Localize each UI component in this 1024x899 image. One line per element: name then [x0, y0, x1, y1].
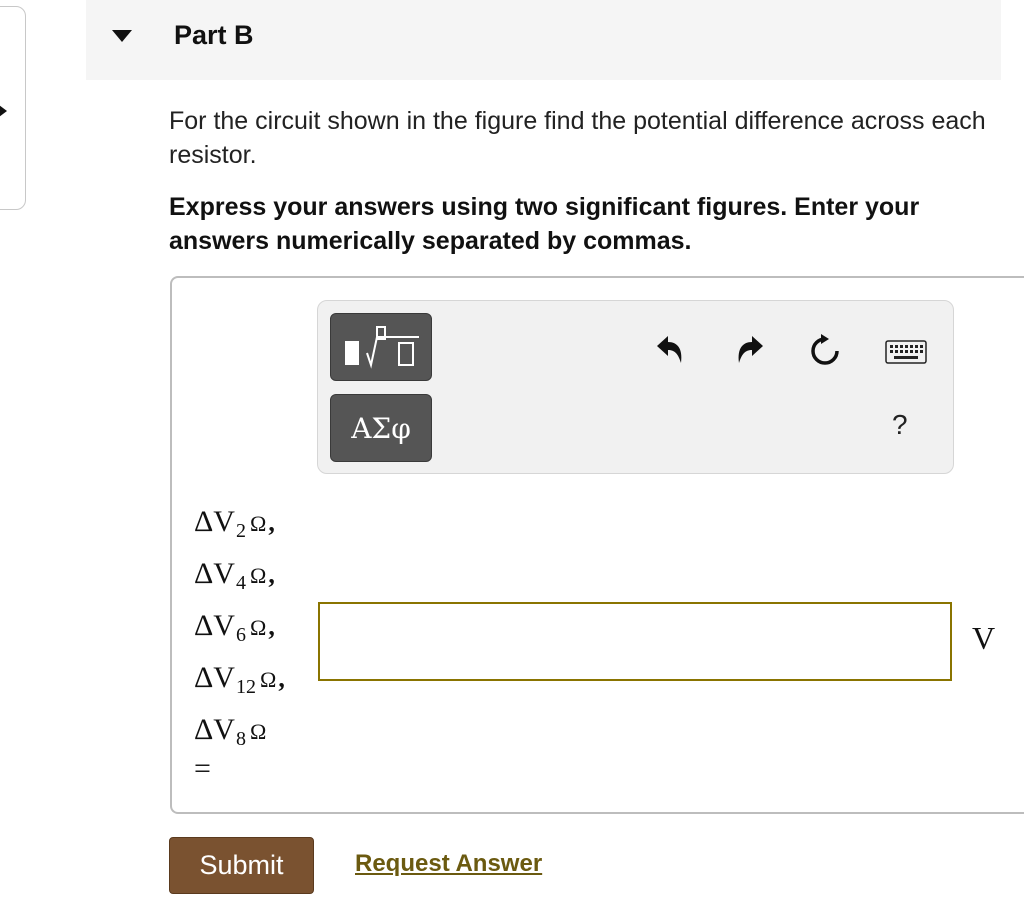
answer-unit: V	[972, 620, 996, 656]
label-prefix: ΔV	[194, 661, 235, 694]
label-separator: ,	[268, 508, 275, 537]
part-title: Part B	[174, 20, 254, 50]
label-dv6: ΔV6 Ω,	[194, 604, 285, 656]
label-unit: Ω	[249, 511, 267, 536]
help-button[interactable]: ?	[892, 409, 908, 441]
undo-icon	[657, 336, 682, 363]
label-unit: Ω	[249, 615, 267, 640]
label-separator: ,	[268, 612, 275, 641]
label-unit: Ω	[249, 563, 267, 588]
label-prefix: ΔV	[194, 557, 235, 590]
reset-icon	[811, 334, 839, 365]
templates-icon	[345, 326, 419, 369]
collapse-caret-icon[interactable]	[112, 30, 132, 42]
label-subscript: 4	[235, 572, 246, 594]
instruction-text: Express your answers using two significa…	[169, 193, 920, 255]
reset-button[interactable]	[805, 331, 845, 371]
label-separator: ,	[268, 560, 275, 589]
label-subscript: 12	[235, 676, 256, 698]
request-answer-link[interactable]: Request Answer	[355, 850, 542, 878]
label-prefix: ΔV	[194, 609, 235, 642]
question-text: For the circuit shown in the figure find…	[169, 107, 986, 169]
label-separator: ,	[278, 664, 285, 693]
redo-icon	[738, 336, 763, 363]
label-unit: Ω	[259, 667, 277, 692]
answer-input[interactable]	[318, 602, 952, 681]
answer-label-list: ΔV2 Ω, ΔV4 Ω, ΔV6 Ω, ΔV12 Ω, ΔV8 Ω	[194, 500, 285, 760]
keyboard-button[interactable]	[884, 332, 928, 372]
label-prefix: ΔV	[194, 505, 235, 538]
label-unit: Ω	[249, 719, 267, 744]
redo-button[interactable]	[730, 330, 770, 370]
label-dv12: ΔV12 Ω,	[194, 656, 285, 708]
greek-symbols-button[interactable]: ΑΣφ	[330, 394, 432, 462]
label-subscript: 6	[235, 624, 246, 646]
equals-sign: =	[194, 752, 211, 785]
templates-button[interactable]	[330, 313, 432, 381]
collapsed-side-panel[interactable]	[0, 6, 26, 210]
submit-button[interactable]: Submit	[169, 837, 314, 894]
label-dv4: ΔV4 Ω,	[194, 552, 285, 604]
expand-arrow-icon[interactable]	[0, 102, 7, 120]
label-subscript: 8	[235, 728, 246, 750]
keyboard-icon	[885, 340, 927, 364]
label-dv2: ΔV2 Ω,	[194, 500, 285, 552]
label-prefix: ΔV	[194, 713, 235, 746]
undo-button[interactable]	[650, 330, 690, 370]
label-subscript: 2	[235, 520, 246, 542]
